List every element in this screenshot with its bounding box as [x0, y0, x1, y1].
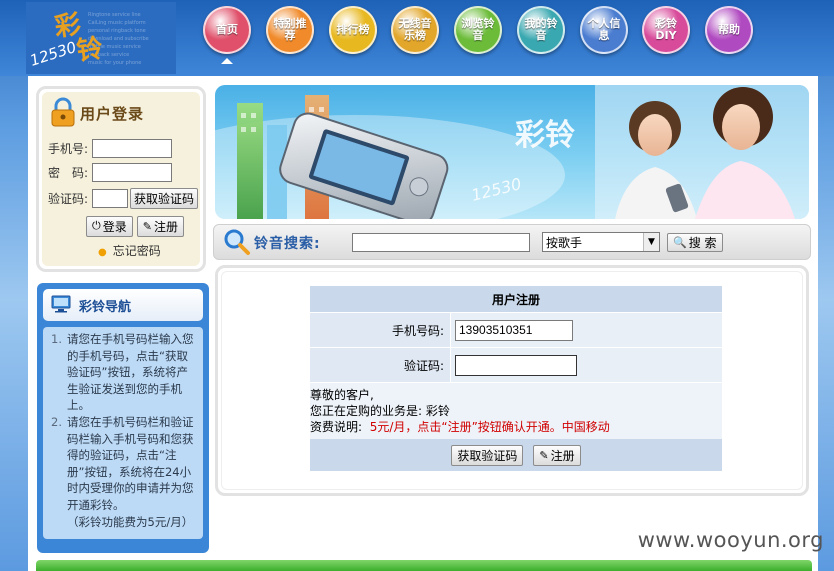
login-actions: ⏻ 登录 ✎ 注册 — [48, 212, 202, 240]
guide-note: （彩铃功能费为5元/月） — [67, 514, 194, 529]
register-code-input[interactable] — [455, 354, 577, 376]
register-submit-button[interactable]: ✎ 注册 — [533, 444, 581, 466]
forgot-password-label: 忘记密码 — [112, 244, 161, 258]
step-text: 请您在手机号码栏和验证码栏输入手机号码和您获得的验证码，点击“注册”按钮，系统将… — [67, 414, 194, 512]
nav-item-label: 彩铃DIY — [642, 6, 690, 54]
greeting-text: 尊敬的客户, — [310, 388, 374, 402]
site-logo[interactable]: Ringtone service line CaiLing music plat… — [26, 2, 176, 74]
bottom-green-bar — [36, 560, 812, 571]
nav-item-label: 无线音乐榜 — [391, 6, 439, 54]
ringtone-search-bar: 铃音搜索: 按歌手 ▼ 🔍 搜 索 — [213, 224, 811, 260]
code-row: 验证码: 获取验证码 — [48, 184, 202, 212]
fee-text: 5元/月，点击“注册”按钮确认开通。中国移动 — [369, 420, 610, 434]
search-button[interactable]: 🔍 搜 索 — [667, 233, 723, 252]
step-number: 2. — [51, 414, 62, 429]
login-get-code-button[interactable]: 获取验证码 — [130, 187, 199, 209]
pencil-icon: ✎ — [539, 448, 549, 462]
business-text: 您正在定购的业务是: 彩铃 — [310, 404, 450, 418]
login-password-input[interactable] — [92, 162, 172, 182]
lock-icon — [50, 97, 76, 130]
login-button-label: 登录 — [102, 219, 127, 234]
nav-item-6[interactable]: 个人信息 — [575, 6, 633, 70]
fee-label: 资费说明: — [310, 420, 363, 434]
nav-item-label: 我的铃音 — [517, 6, 565, 54]
nav-item-7[interactable]: 彩铃DIY — [637, 6, 695, 70]
nav-item-8[interactable]: 帮助 — [700, 6, 758, 70]
search-button-label: 搜 索 — [688, 236, 717, 250]
banner-logo-text: 彩铃 — [515, 118, 575, 153]
register-code-label: 验证码: — [310, 348, 450, 382]
svg-text:铃: 铃 — [75, 34, 105, 67]
guide-title: 彩铃导航 — [79, 299, 132, 315]
register-button-label: 注册 — [153, 219, 178, 234]
svg-text:CaiLing music platform: CaiLing music platform — [88, 20, 146, 26]
search-type-select[interactable]: 按歌手 ▼ — [542, 232, 660, 252]
guide-step: 1. 请您在手机号码栏输入您的手机号码，点击“获取验证码”按钮，系统将产生验证发送… — [51, 331, 197, 414]
search-title: 铃音搜索: — [254, 236, 321, 252]
search-icon: 🔍 — [673, 236, 687, 249]
nav-item-label: 排行榜 — [329, 6, 377, 54]
monitor-icon — [51, 295, 71, 316]
forgot-password-link[interactable]: ● 忘记密码 — [98, 242, 161, 259]
search-input[interactable] — [352, 233, 530, 252]
chevron-down-icon: ▼ — [643, 233, 659, 251]
pencil-icon: ✎ — [142, 219, 152, 233]
guide-panel: 彩铃导航 1. 请您在手机号码栏输入您的手机号码，点击“获取验证码”按钮，系统将产… — [37, 283, 209, 553]
nav-item-label: 帮助 — [705, 6, 753, 54]
register-actions: 获取验证码 ✎ 注册 — [310, 439, 722, 471]
nav-item-4[interactable]: 浏览铃音 — [449, 6, 507, 70]
guide-content: 1. 请您在手机号码栏输入您的手机号码，点击“获取验证码”按钮，系统将产生验证发送… — [43, 327, 203, 539]
register-form: 用户注册 手机号码: 验证码: 尊敬的客户, 您正在定购的业务是: 彩铃 资费说… — [310, 286, 722, 471]
code-label: 验证码: — [48, 191, 89, 206]
password-row: 密 码: — [48, 160, 202, 184]
nav-item-2[interactable]: 排行榜 — [324, 6, 382, 70]
svg-text:Ringtone service line: Ringtone service line — [88, 12, 141, 18]
login-phone-input[interactable] — [92, 138, 172, 158]
top-header: Ringtone service line CaiLing music plat… — [0, 0, 834, 76]
step-text: 请您在手机号码栏输入您的手机号码，点击“获取验证码”按钮，系统将产生验证发送到您… — [67, 332, 194, 413]
nav-item-5[interactable]: 我的铃音 — [512, 6, 570, 70]
nav-item-label: 特别推荐 — [266, 6, 314, 54]
register-phone-label: 手机号码: — [310, 313, 450, 347]
phone-row: 手机号: — [48, 136, 202, 160]
login-code-input[interactable] — [92, 188, 128, 208]
promo-banner[interactable]: 彩铃 12530 — [215, 85, 809, 219]
register-code-row: 验证码: — [310, 348, 722, 382]
active-indicator-icon — [221, 58, 233, 64]
power-icon: ⏻ — [92, 219, 101, 232]
nav-item-0[interactable]: 首页 — [198, 6, 256, 70]
nav-item-label: 首页 — [203, 6, 251, 54]
nav-item-1[interactable]: 特别推荐 — [261, 6, 319, 70]
register-panel: 用户注册 手机号码: 验证码: 尊敬的客户, 您正在定购的业务是: 彩铃 资费说… — [215, 265, 809, 496]
register-phone-input[interactable] — [455, 319, 573, 341]
watermark-text: www.wooyun.org — [637, 528, 824, 552]
register-info: 尊敬的客户, 您正在定购的业务是: 彩铃 资费说明: 5元/月，点击“注册”按钮… — [310, 383, 722, 439]
bullet-icon: ● — [98, 247, 107, 258]
register-get-code-button[interactable]: 获取验证码 — [451, 444, 524, 466]
login-button[interactable]: ⏻ 登录 — [86, 215, 133, 237]
search-type-value: 按歌手 — [546, 235, 583, 250]
login-panel: 用户登录 手机号: 密 码: 验证码: 获取验证码 ⏻ 登录 ✎ 注册 ● 忘记… — [36, 86, 206, 272]
register-phone-row: 手机号码: — [310, 313, 722, 347]
login-title: 用户登录 — [80, 104, 145, 123]
register-button[interactable]: ✎ 注册 — [136, 215, 184, 237]
nav-item-3[interactable]: 无线音乐榜 — [386, 6, 444, 70]
step-number: 1. — [51, 332, 62, 346]
register-header: 用户注册 — [310, 286, 722, 312]
nav-item-label: 个人信息 — [580, 6, 628, 54]
password-label: 密 码: — [48, 165, 89, 180]
guide-step: 2. 请您在手机号码栏和验证码栏输入手机号码和您获得的验证码，点击“注册”按钮，系… — [51, 414, 197, 514]
svg-text:personal ringback tone: personal ringback tone — [88, 28, 146, 34]
magnifier-icon — [222, 227, 252, 260]
phone-label: 手机号: — [48, 141, 89, 156]
nav-item-label: 浏览铃音 — [454, 6, 502, 54]
register-submit-label: 注册 — [550, 448, 575, 463]
